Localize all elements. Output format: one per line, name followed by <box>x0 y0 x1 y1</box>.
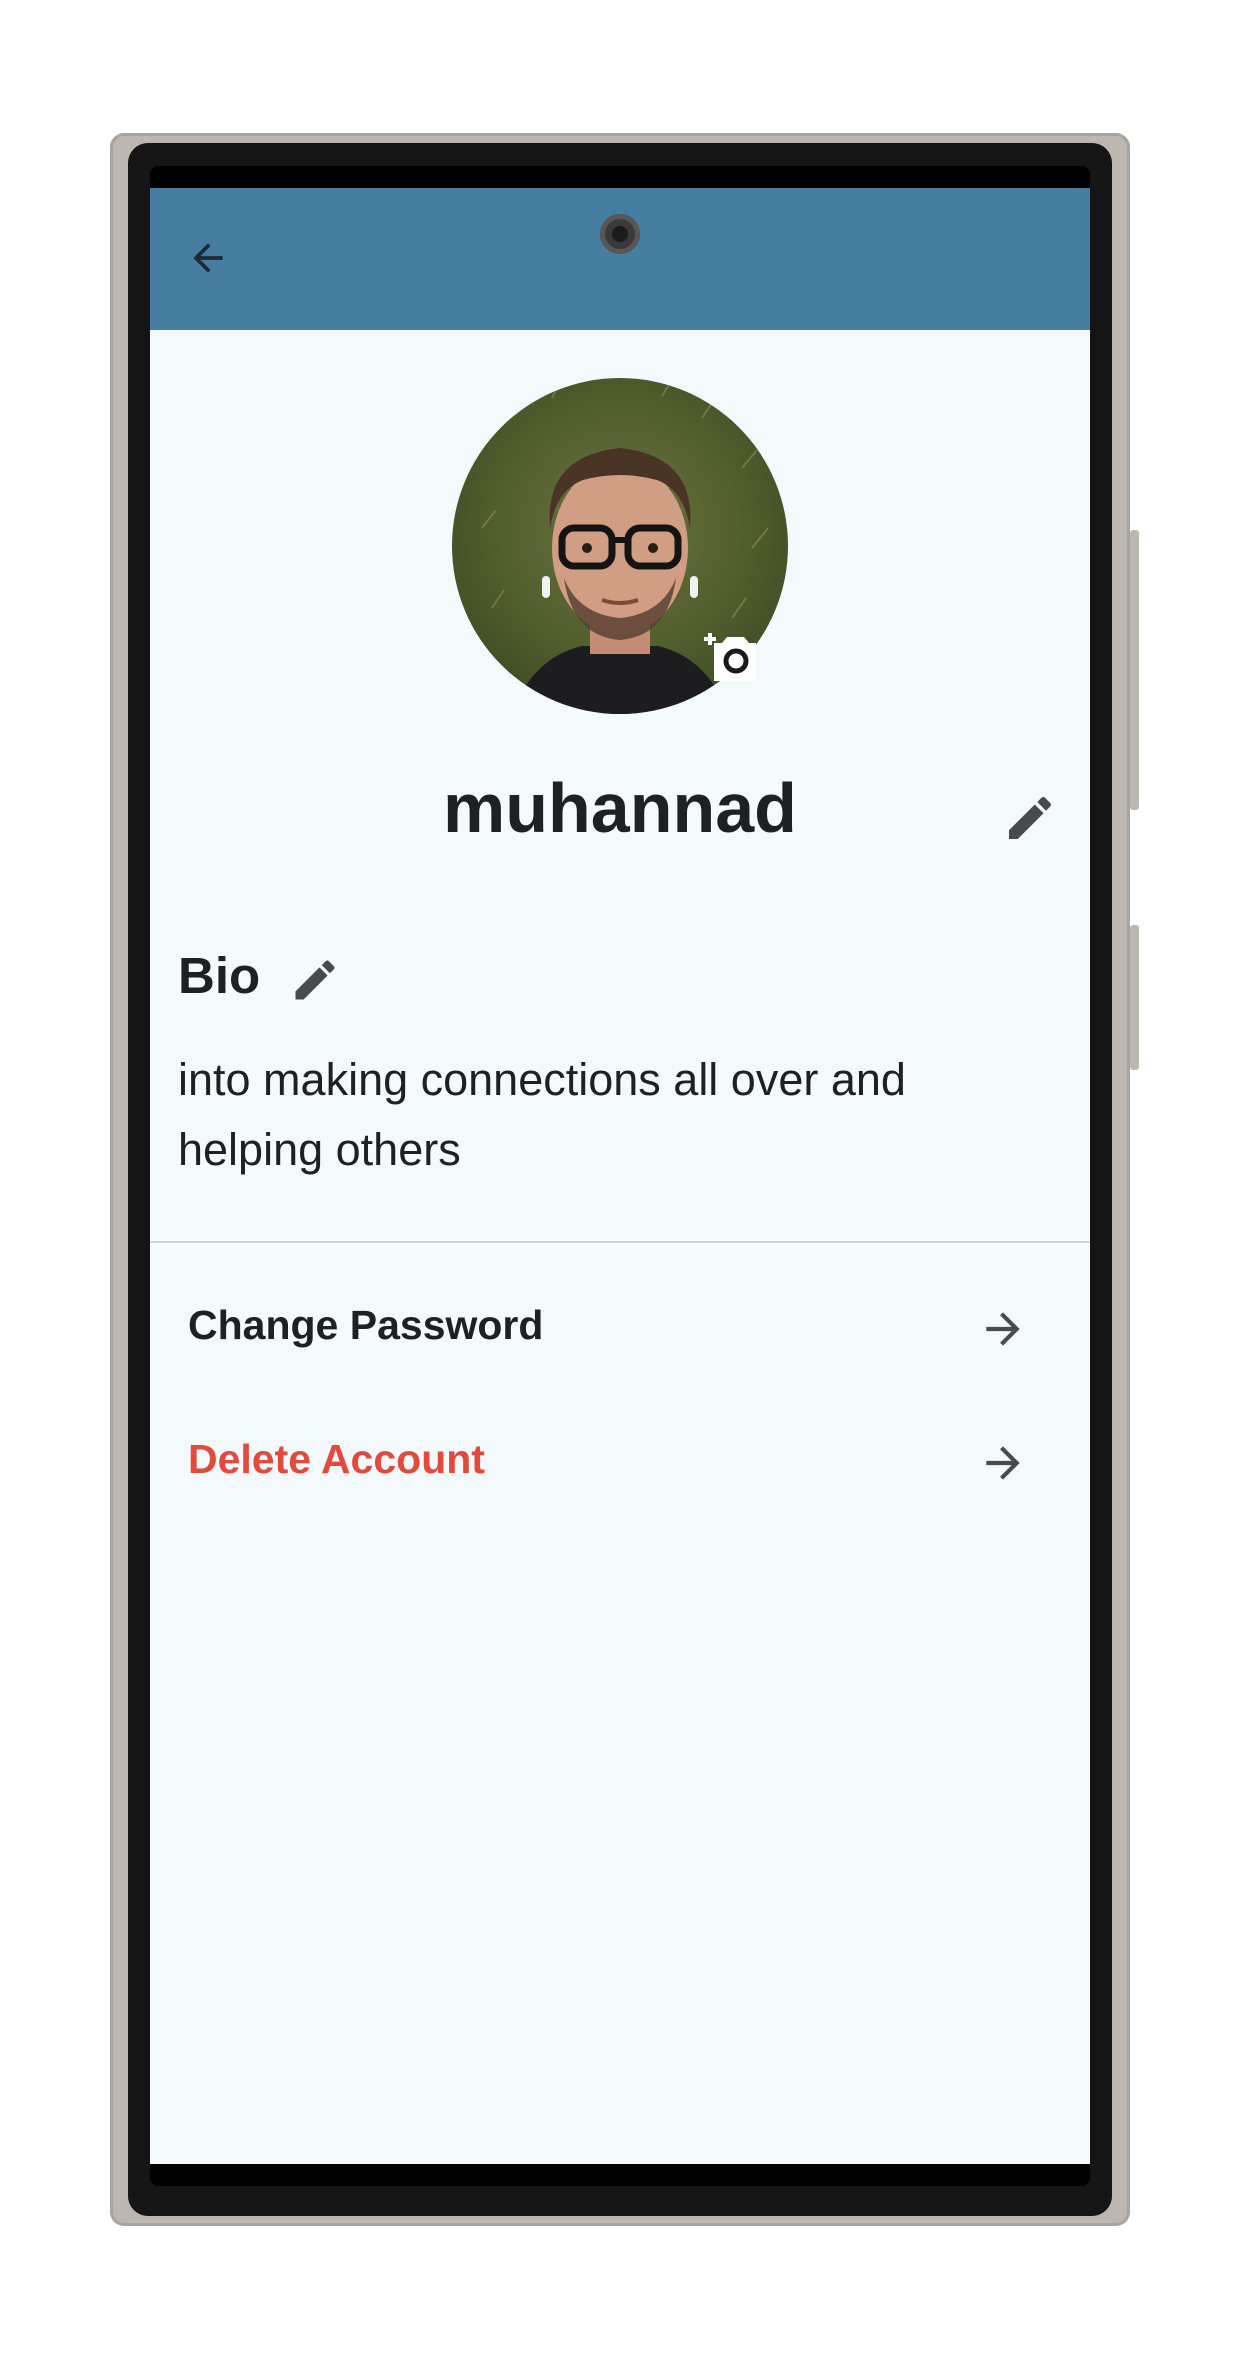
pencil-icon <box>1009 796 1052 839</box>
delete-account-item[interactable]: Delete Account <box>150 1408 1090 1518</box>
front-camera <box>600 214 640 254</box>
username: muhannad <box>443 769 797 847</box>
app-bar <box>150 188 1090 330</box>
edit-username-button[interactable] <box>1002 790 1058 846</box>
add-photo-button[interactable] <box>700 631 758 683</box>
phone-screen: muhannad Bio into making connections all… <box>150 166 1090 2186</box>
profile-screen: muhannad Bio into making connections all… <box>150 188 1090 2164</box>
delete-account-label: Delete Account <box>188 1436 485 1482</box>
pencil-icon <box>295 960 335 1000</box>
back-button[interactable] <box>184 234 232 282</box>
bio-heading: Bio <box>178 947 261 1004</box>
arrow-right-icon <box>986 1312 1020 1346</box>
phone-volume-button <box>1130 530 1139 810</box>
phone-power-button <box>1130 925 1139 1070</box>
change-password-item[interactable]: Change Password <box>150 1274 1090 1384</box>
edit-bio-button[interactable] <box>289 954 341 1006</box>
arrow-right-icon <box>986 1446 1020 1480</box>
page: muhannad Bio into making connections all… <box>0 0 1245 2359</box>
change-password-label: Change Password <box>188 1302 544 1348</box>
divider <box>150 1241 1090 1243</box>
bio-text: into making connections all over and hel… <box>178 1054 906 1175</box>
add-a-photo-icon <box>704 633 756 681</box>
arrow-left-icon <box>193 243 223 273</box>
